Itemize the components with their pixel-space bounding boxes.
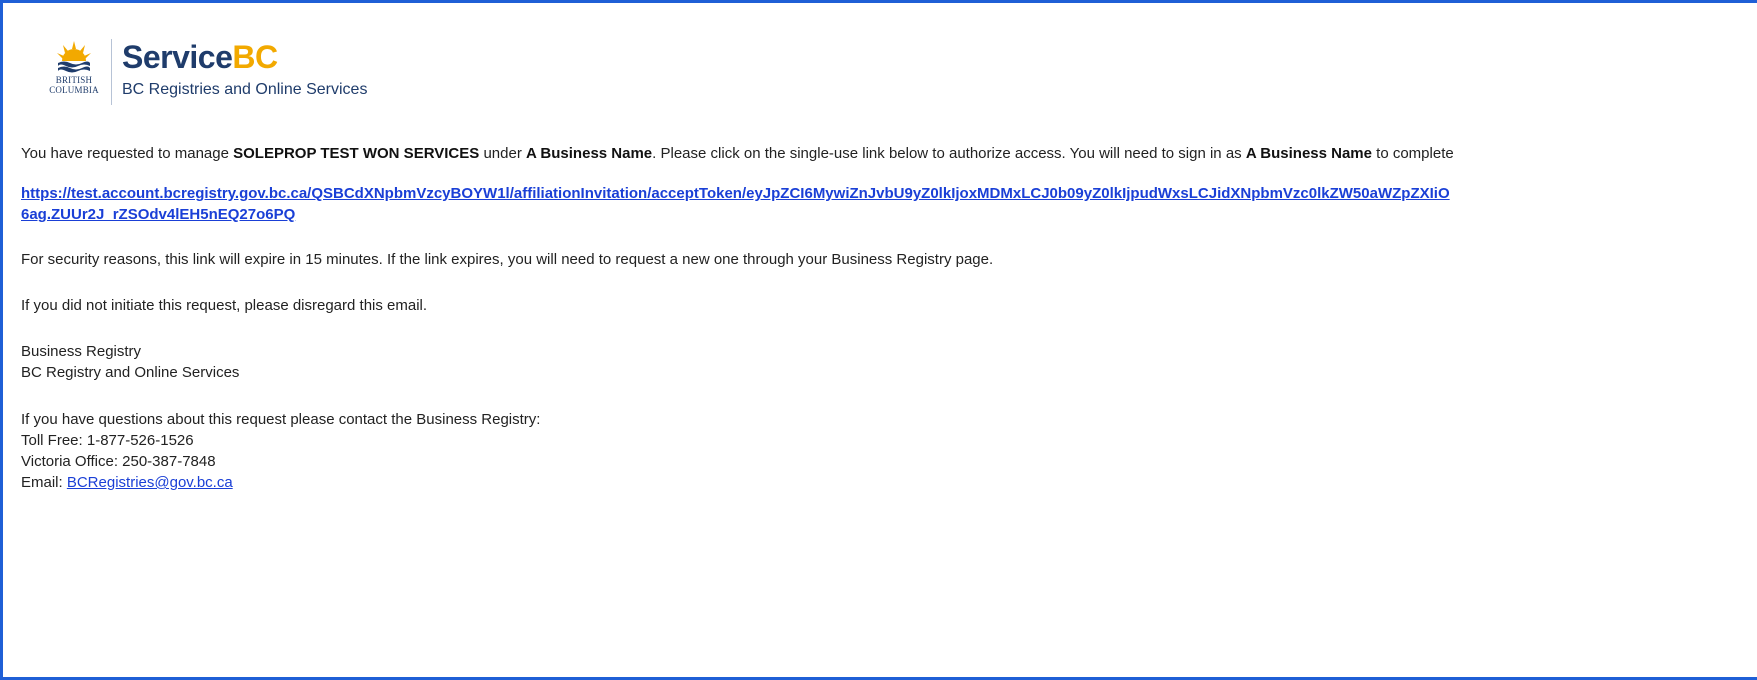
intro-text-3: . Please click on the single-use link be… — [652, 145, 1246, 162]
brand-title: ServiceBC — [122, 39, 367, 75]
header-divider — [111, 39, 112, 105]
security-note: For security reasons, this link will exp… — [21, 251, 994, 268]
link-line-2: 6ag.ZUUr2J_rZSOdv4lEH5nEQ27o6PQ — [21, 206, 296, 223]
logo-line-columbia: COLUMBIA — [49, 85, 99, 95]
contact-email-link[interactable]: BCRegistries@gov.bc.ca — [67, 474, 233, 491]
email-frame: BRITISH COLUMBIA ServiceBC BC Registries… — [0, 0, 1757, 680]
contact-block: If you have questions about this request… — [21, 409, 540, 493]
account-name-bold: A Business Name — [525, 145, 653, 162]
link-line-1: https://test.account.bcregistry.gov.bc.c… — [21, 185, 1450, 202]
intro-text-1: You have requested to manage — [21, 145, 234, 162]
business-name-bold: SOLEPROP TEST WON SERVICES — [233, 145, 480, 162]
signature-line-2: BC Registry and Online Services — [21, 364, 240, 381]
bc-logo: BRITISH COLUMBIA — [41, 39, 107, 95]
brand-prefix: Service — [122, 39, 233, 75]
intro-text-2: under — [479, 145, 526, 162]
brand-suffix: BC — [232, 39, 278, 75]
bc-sun-logo-icon — [57, 41, 91, 73]
logo-line-british: BRITISH — [55, 75, 93, 85]
intro-paragraph: You have requested to manage SOLEPROP TE… — [21, 143, 1454, 164]
victoria-office: Victoria Office: 250-387-7848 — [21, 453, 216, 470]
signature: Business Registry BC Registry and Online … — [21, 341, 239, 383]
signature-line-1: Business Registry — [21, 343, 142, 360]
intro-text-4: to complete — [1372, 145, 1454, 162]
email-label: Email: — [21, 474, 67, 491]
account-name-bold-2: A Business Name — [1245, 145, 1372, 162]
email-header: BRITISH COLUMBIA ServiceBC BC Registries… — [41, 39, 367, 111]
toll-free: Toll Free: 1-877-526-1526 — [21, 432, 194, 449]
brand-block: ServiceBC BC Registries and Online Servi… — [122, 39, 367, 101]
bc-logo-text: BRITISH COLUMBIA — [49, 75, 99, 95]
authorization-link-paragraph: https://test.account.bcregistry.gov.bc.c… — [21, 183, 1450, 225]
contact-intro: If you have questions about this request… — [21, 411, 541, 428]
disregard-note: If you did not initiate this request, pl… — [21, 297, 428, 314]
brand-subtitle: BC Registries and Online Services — [122, 81, 368, 98]
authorization-link[interactable]: https://test.account.bcregistry.gov.bc.c… — [21, 185, 1450, 223]
